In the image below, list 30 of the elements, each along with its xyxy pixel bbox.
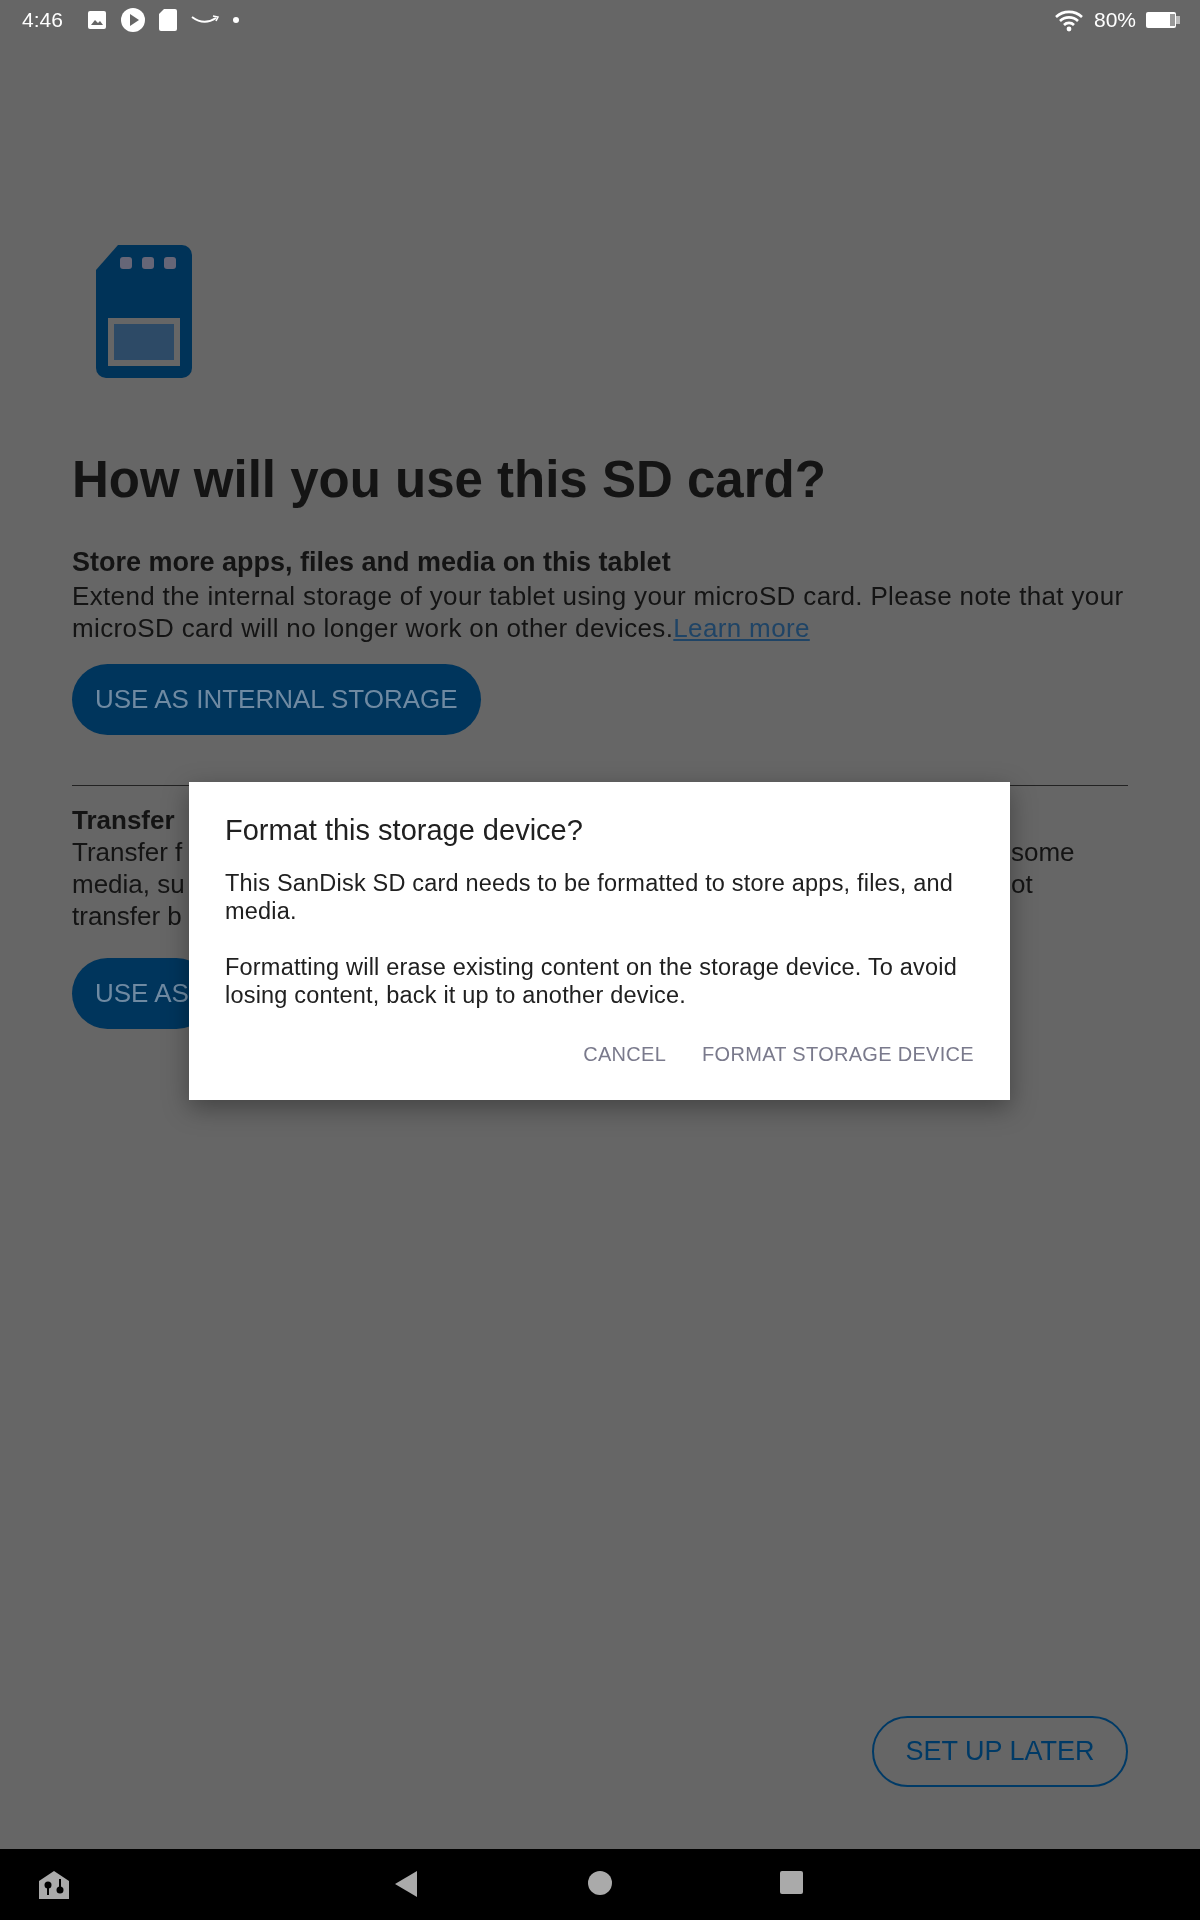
option-title: Transfer [72,804,175,836]
wifi-icon [1053,8,1084,32]
option-description: ot [1011,868,1033,900]
dot-icon [232,17,239,23]
dialog-title: Format this storage device? [225,814,584,847]
option-description: some [1011,836,1075,868]
battery-icon [1146,11,1180,29]
back-icon[interactable] [395,1871,417,1897]
option-description: Transfer f [72,837,183,867]
sd-card-icon [96,245,192,378]
option-description: transfer b [72,901,182,931]
battery-percent: 80% [1093,8,1136,32]
dialog-message: Formatting will erase existing content on the storage device. To avoid losing content, back it up to another device. [225,953,958,1009]
set-up-later-button[interactable]: SET UP LATER [872,1716,1128,1787]
dialog-button[interactable]: CANCEL [571,1035,679,1074]
home-icon[interactable] [588,1871,612,1895]
house-icon[interactable] [39,1871,69,1899]
page-heading: How will you use this SD card? [72,450,827,509]
clock: 4:46 [22,8,63,32]
dialog-message: This SanDisk SD card needs to be formatted to store apps, files, and media. [225,869,955,925]
learn-more-link[interactable]: Learn more [673,613,810,643]
play-icon [120,8,145,32]
dialog-button[interactable]: FORMAT STORAGE DEVICE [690,1035,986,1074]
image-icon [86,10,107,30]
internal-storage-button[interactable]: USE AS INTERNAL STORAGE [72,664,481,735]
option-description: media, su [72,869,185,899]
option-description: Extend the internal storage of your tablet using your microSD card. Please note that your microSD card will no longer work on other devices.Learn more [72,580,1125,644]
smile-icon [190,15,219,25]
sd-card-icon [158,9,177,31]
option-title: Store more apps, files and media on this tablet [72,547,672,578]
